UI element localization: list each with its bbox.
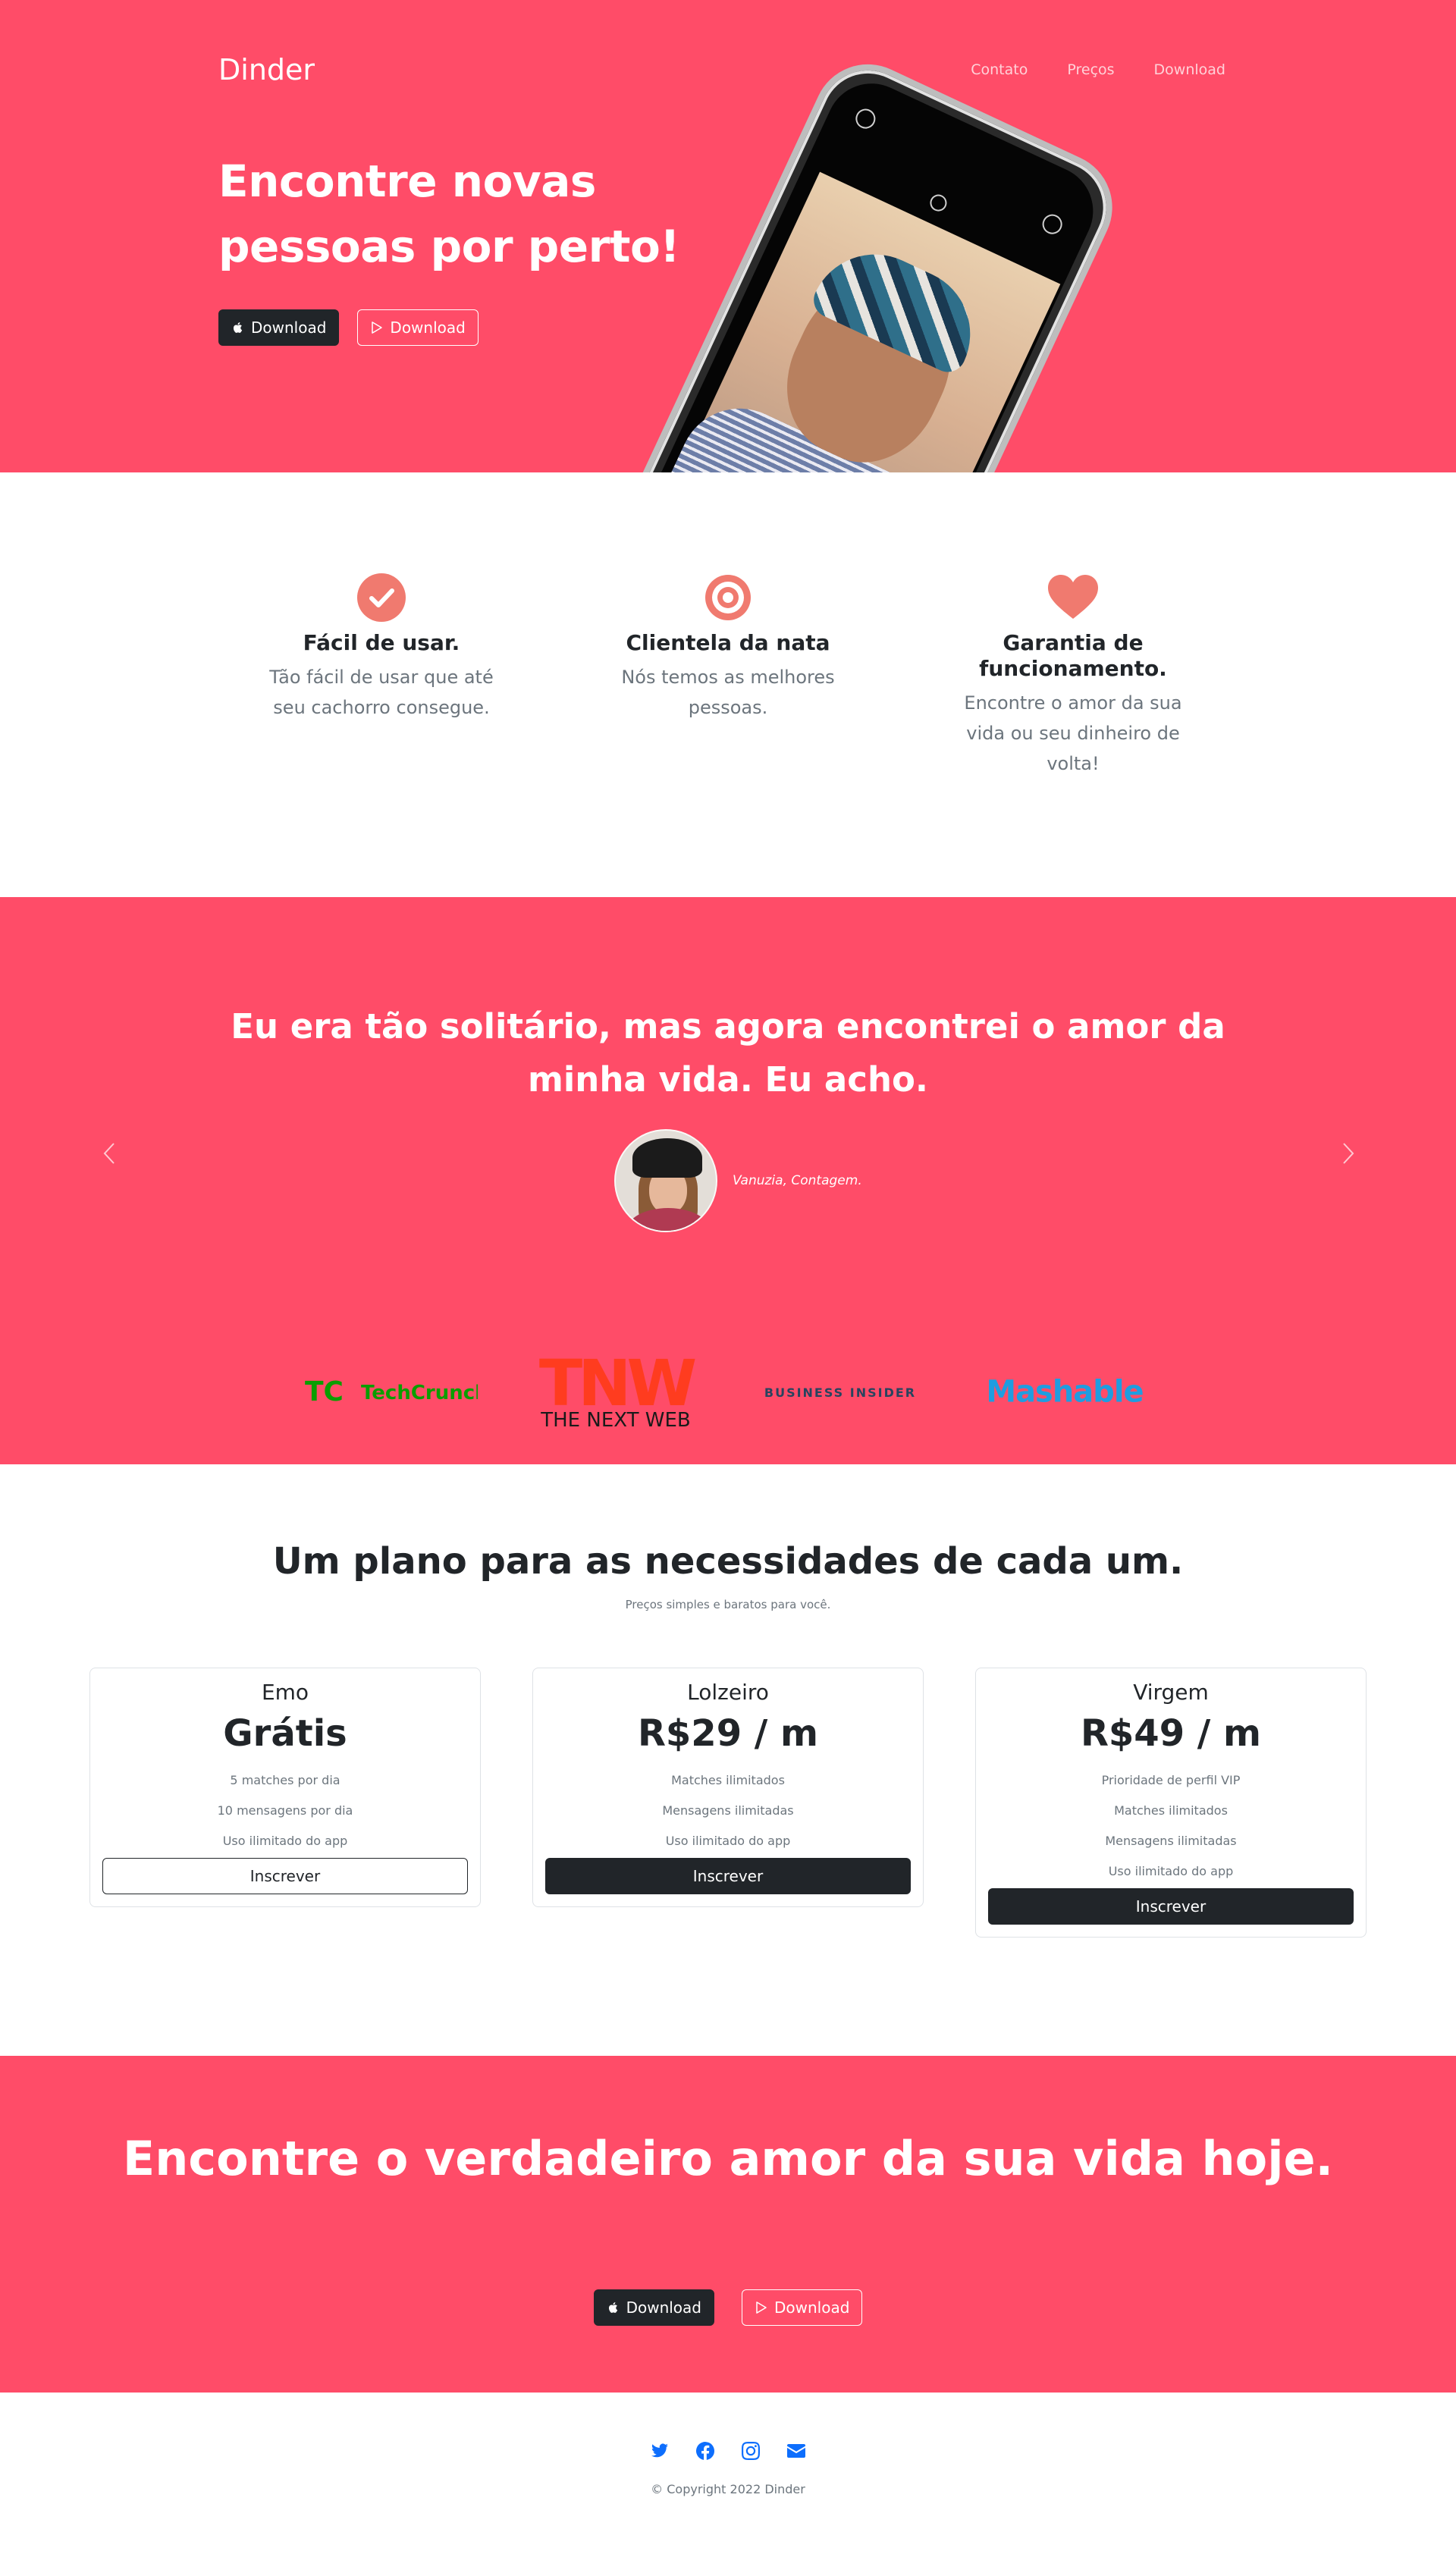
brand-logo[interactable]: Dinder bbox=[218, 53, 315, 86]
download-android-button[interactable]: Download bbox=[357, 309, 479, 346]
plan-feature: Uso ilimitado do app bbox=[665, 1834, 791, 1848]
chevron-left-icon bbox=[103, 1143, 115, 1164]
plan-features: Prioridade de perfil VIP Matches ilimita… bbox=[988, 1765, 1354, 1887]
navbar: Dinder Contato Preços Download bbox=[218, 47, 1238, 93]
download-android-label: Download bbox=[390, 318, 466, 337]
play-store-icon bbox=[756, 2302, 767, 2314]
techcrunch-mark: TC bbox=[305, 1376, 344, 1407]
carousel-prev-button[interactable] bbox=[94, 1138, 124, 1169]
subscribe-button-virgem[interactable]: Inscrever bbox=[988, 1888, 1354, 1925]
feature-text: Nós temos as melhores pessoas. bbox=[621, 667, 835, 718]
nav-link-precos[interactable]: Preços bbox=[1067, 61, 1114, 78]
plan-feature: 10 mensagens por dia bbox=[217, 1803, 353, 1818]
avatar-hat bbox=[632, 1138, 702, 1178]
chevron-right-icon bbox=[1343, 1143, 1354, 1164]
plan-name: Virgem bbox=[1133, 1680, 1209, 1705]
feature-easy: Fácil de usar. Tão fácil de usar que até… bbox=[268, 573, 495, 723]
social-links bbox=[0, 2441, 1456, 2461]
feature-guarantee: Garantia de funcionamento. Encontre o am… bbox=[959, 573, 1187, 779]
download-ios-label: Download bbox=[251, 318, 327, 337]
plan-card-emo: Emo Grátis 5 matches por dia 10 mensagen… bbox=[89, 1668, 481, 1907]
play-store-icon bbox=[372, 322, 383, 334]
hero-download-buttons: Download Download bbox=[218, 309, 479, 346]
apple-icon bbox=[608, 2302, 617, 2313]
plan-price: Grátis bbox=[223, 1712, 347, 1755]
footer: © Copyright 2022 Dinder bbox=[0, 2393, 1456, 2509]
cta-download-ios-label: Download bbox=[626, 2298, 701, 2317]
plan-feature: Prioridade de perfil VIP bbox=[1101, 1773, 1241, 1787]
techcrunch-label: TechCrunch bbox=[361, 1382, 478, 1404]
feature-title: Clientela da nata bbox=[626, 630, 830, 655]
features-section: Fácil de usar. Tão fácil de usar que até… bbox=[0, 472, 1456, 897]
plan-feature: Matches ilimitados bbox=[1114, 1803, 1228, 1818]
feature-title: Garantia de funcionamento. bbox=[979, 630, 1167, 681]
facebook-icon[interactable] bbox=[695, 2441, 715, 2461]
feature-title: Fácil de usar. bbox=[303, 630, 460, 655]
business-insider-label: BUSINESS INSIDER bbox=[764, 1385, 916, 1400]
feature-text: Tão fácil de usar que até seu cachorro c… bbox=[269, 667, 494, 718]
plan-price: R$49 / m bbox=[1080, 1712, 1262, 1755]
copyright: © Copyright 2022 Dinder bbox=[651, 2482, 805, 2496]
feature-clientele: Clientela da nata Nós temos as melhores … bbox=[614, 573, 842, 723]
author-name: Vanuzia, Contagem. bbox=[733, 1173, 862, 1188]
plan-price: R$29 / m bbox=[637, 1712, 819, 1755]
press-logos: TC TechCrunch TNW THE NEXT WEB BUSINESS … bbox=[0, 1346, 1456, 1437]
heart-icon bbox=[1048, 573, 1098, 623]
nav-link-download[interactable]: Download bbox=[1154, 61, 1225, 78]
testimonial-author: Vanuzia, Contagem. bbox=[614, 1129, 862, 1232]
pricing-subtitle: Preços simples e baratos para você. bbox=[625, 1598, 831, 1611]
check-circle-icon bbox=[356, 573, 406, 623]
plan-feature: Mensagens ilimitadas bbox=[662, 1803, 794, 1818]
nav-link-contato[interactable]: Contato bbox=[971, 61, 1028, 78]
plan-name: Emo bbox=[261, 1680, 309, 1705]
mashable-label: Mashable bbox=[986, 1374, 1143, 1409]
target-icon bbox=[703, 573, 753, 623]
feature-text: Encontre o amor da sua vida ou seu dinhe… bbox=[964, 692, 1182, 774]
plan-feature: 5 matches por dia bbox=[230, 1773, 340, 1787]
cta-download-ios-button[interactable]: Download bbox=[593, 2289, 714, 2326]
subscribe-button-lolzeiro[interactable]: Inscrever bbox=[545, 1858, 911, 1894]
carousel-next-button[interactable] bbox=[1333, 1138, 1363, 1169]
plan-features: 5 matches por dia 10 mensagens por dia U… bbox=[102, 1765, 468, 1856]
twitter-icon[interactable] bbox=[650, 2441, 670, 2461]
flash-off-icon bbox=[852, 105, 879, 132]
download-ios-button[interactable]: Download bbox=[218, 309, 340, 346]
plan-feature: Uso ilimitado do app bbox=[222, 1834, 348, 1848]
the-next-web-logo: TNW THE NEXT WEB bbox=[529, 1350, 702, 1433]
camera-flip-icon bbox=[1039, 211, 1065, 237]
plan-name: Lolzeiro bbox=[687, 1680, 769, 1705]
plan-features: Matches ilimitados Mensagens ilimitadas … bbox=[545, 1765, 911, 1856]
camera-switch-icon bbox=[927, 191, 950, 215]
testimonial-section: Eu era tão solitário, mas agora encontre… bbox=[0, 897, 1456, 1464]
business-insider-logo: BUSINESS INSIDER bbox=[754, 1350, 927, 1433]
avatar bbox=[614, 1129, 717, 1232]
pricing-title: Um plano para as necessidades de cada um… bbox=[272, 1540, 1184, 1583]
plan-feature: Uso ilimitado do app bbox=[1108, 1864, 1234, 1878]
techcrunch-logo: TC TechCrunch bbox=[305, 1350, 478, 1433]
hero-section: Dinder Contato Preços Download Encontre … bbox=[0, 0, 1456, 472]
instagram-icon[interactable] bbox=[741, 2441, 761, 2461]
cta-section: Encontre o verdadeiro amor da sua vida h… bbox=[0, 2056, 1456, 2393]
cta-title: Encontre o verdadeiro amor da sua vida h… bbox=[122, 2131, 1334, 2186]
apple-icon bbox=[233, 322, 243, 333]
subscribe-button-emo[interactable]: Inscrever bbox=[102, 1858, 468, 1894]
cta-download-android-label: Download bbox=[774, 2298, 850, 2317]
mashable-logo: Mashable bbox=[978, 1350, 1151, 1433]
plan-card-virgem: Virgem R$49 / m Prioridade de perfil VIP… bbox=[975, 1668, 1367, 1938]
tnw-label: THE NEXT WEB bbox=[540, 1409, 690, 1431]
pricing-section: Um plano para as necessidades de cada um… bbox=[0, 1464, 1456, 2056]
testimonial-quote: Eu era tão solitário, mas agora encontre… bbox=[231, 1006, 1225, 1100]
plan-feature: Mensagens ilimitadas bbox=[1105, 1834, 1237, 1848]
envelope-icon[interactable] bbox=[786, 2441, 806, 2461]
nav-links: Contato Preços Download bbox=[971, 61, 1238, 78]
cta-download-buttons: Download Download bbox=[0, 2289, 1456, 2326]
plan-card-lolzeiro: Lolzeiro R$29 / m Matches ilimitados Men… bbox=[532, 1668, 924, 1907]
hero-title: Encontre novas pessoas por perto! bbox=[218, 155, 680, 272]
plan-feature: Matches ilimitados bbox=[671, 1773, 785, 1787]
cta-download-android-button[interactable]: Download bbox=[742, 2289, 863, 2326]
